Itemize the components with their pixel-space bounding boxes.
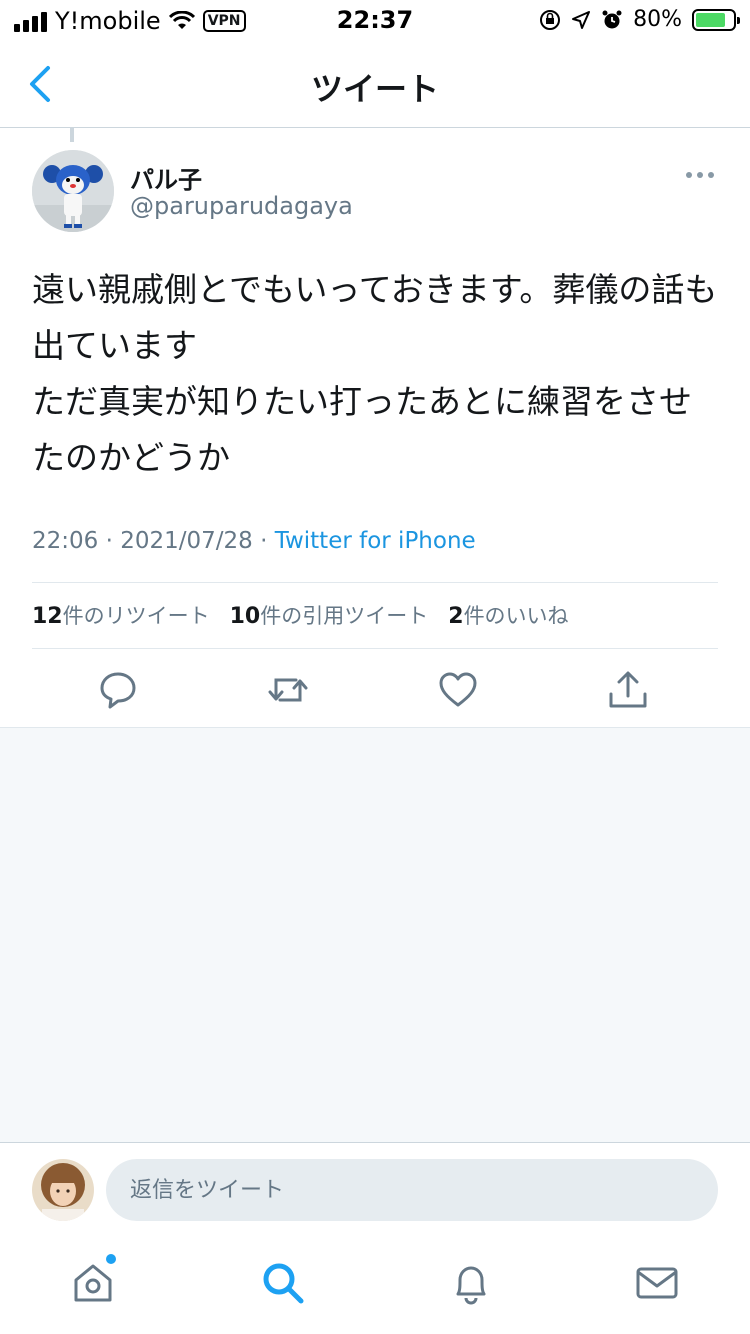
author-avatar[interactable]: [32, 150, 114, 232]
battery-icon: [692, 8, 740, 31]
nav-bar: ツイート: [0, 40, 750, 128]
author-handle[interactable]: @paruparudagaya: [130, 192, 353, 220]
alarm-icon: [602, 10, 622, 28]
reply-input[interactable]: [106, 1159, 718, 1221]
home-icon[interactable]: [68, 1258, 118, 1308]
my-avatar[interactable]: [32, 1159, 94, 1221]
reply-icon[interactable]: [96, 668, 140, 712]
orientation-lock-icon: [540, 9, 561, 30]
tweet-text: 遠い親戚側とでもいっておきます。葬儀の話も出ています ただ真実が知りたい打ったあ…: [32, 270, 718, 477]
likes-stat[interactable]: 2件のいいね: [448, 600, 568, 630]
retweets-stat[interactable]: 12件のリツイート: [32, 600, 210, 630]
tweet-meta: 22:06 · 2021/07/28 · Twitter for iPhone: [32, 528, 476, 554]
tweet-timestamp: 22:06 · 2021/07/28 ·: [32, 528, 275, 554]
profile-photo: [32, 1159, 94, 1221]
new-content-dot: [106, 1254, 116, 1264]
mail-icon[interactable]: [632, 1258, 682, 1308]
quotes-stat[interactable]: 10件の引用ツイート: [230, 600, 429, 630]
divider: [32, 648, 718, 649]
status-right: 80%: [539, 7, 740, 32]
tweet-stats: 12件のリツイート 10件の引用ツイート 2件のいいね: [32, 600, 569, 630]
more-options-icon[interactable]: [686, 172, 714, 178]
tweet-actions: [0, 664, 750, 726]
divider: [32, 582, 718, 583]
tweet-source-link[interactable]: Twitter for iPhone: [275, 528, 476, 554]
replies-area: [0, 727, 750, 1142]
page-title: ツイート: [310, 70, 439, 108]
bell-icon[interactable]: [446, 1258, 496, 1308]
heart-icon[interactable]: [436, 668, 480, 712]
battery-percent: 80%: [633, 7, 682, 32]
search-icon[interactable]: [258, 1258, 308, 1308]
location-icon: [572, 10, 591, 29]
retweet-icon[interactable]: [266, 668, 310, 712]
thread-connector: [70, 128, 74, 142]
tab-bar: [0, 1238, 750, 1334]
status-bar: Y!mobile VPN 22:37 80%: [0, 0, 750, 40]
author-name[interactable]: パル子: [130, 160, 202, 195]
mascot-image: [32, 150, 114, 232]
share-icon[interactable]: [606, 668, 650, 712]
reply-bar: [0, 1142, 750, 1238]
